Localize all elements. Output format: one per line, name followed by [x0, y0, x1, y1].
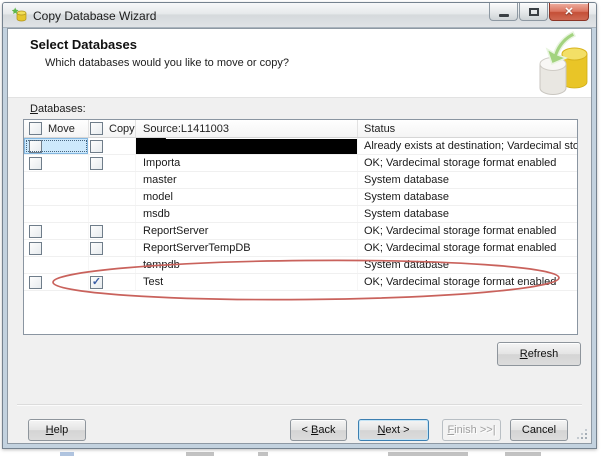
table-row[interactable]: ReportServer OK; Vardecimal storage form… — [24, 223, 577, 240]
refresh-button[interactable]: Refresh — [497, 342, 581, 366]
wizard-header: Select Databases Which databases would y… — [8, 29, 591, 98]
cancel-button[interactable]: Cancel — [510, 419, 568, 441]
copy-select-all-checkbox[interactable] — [90, 122, 103, 135]
database-name — [136, 138, 358, 154]
table-row[interactable]: msdb System database — [24, 206, 577, 223]
database-name: master — [136, 172, 358, 188]
minimize-icon — [499, 14, 509, 17]
column-label-source: Source:L1411003 — [143, 123, 229, 135]
move-select-all-checkbox[interactable] — [29, 122, 42, 135]
button-separator — [17, 404, 582, 406]
window-controls: ✕ — [489, 3, 589, 21]
copy-cell — [89, 172, 136, 188]
table-body: Already exists at destination; Vardecima… — [24, 138, 577, 291]
table-header: Move Copy Source:L1411003 Status — [24, 120, 577, 138]
database-status: System database — [358, 172, 577, 188]
table-row[interactable]: tempdb System database — [24, 257, 577, 274]
databases-label: Databases: — [30, 103, 86, 115]
window-title: Copy Database Wizard — [33, 9, 156, 23]
column-header-copy[interactable]: Copy — [89, 120, 136, 137]
copy-checkbox[interactable]: ✓ — [90, 276, 103, 289]
copy-cell — [89, 189, 136, 205]
table-row[interactable]: Already exists at destination; Vardecima… — [24, 138, 577, 155]
database-status: OK; Vardecimal storage format enabled — [358, 274, 577, 290]
copy-cell — [89, 240, 136, 256]
table-row[interactable]: ✓ Test OK; Vardecimal storage format ena… — [24, 274, 577, 291]
background-artifact — [505, 452, 541, 456]
page-subtitle: Which databases would you like to move o… — [45, 57, 289, 69]
maximize-icon — [529, 8, 539, 16]
redacted-name-bar — [136, 139, 358, 154]
database-name: ReportServerTempDB — [136, 240, 358, 256]
copy-cell — [89, 138, 136, 154]
move-cell — [24, 206, 89, 222]
wizard-icon — [12, 7, 28, 23]
move-cell — [24, 155, 89, 171]
move-cell — [24, 274, 89, 290]
database-name: Importa — [136, 155, 358, 171]
column-label-copy: Copy — [109, 123, 135, 135]
copy-checkbox[interactable] — [90, 140, 103, 153]
table-row[interactable]: Importa OK; Vardecimal storage format en… — [24, 155, 577, 172]
resize-grip[interactable] — [578, 430, 588, 440]
next-button[interactable]: Next > — [358, 419, 429, 441]
back-button[interactable]: < Back — [290, 419, 347, 441]
move-checkbox[interactable] — [29, 225, 42, 238]
copy-database-wizard-window: Copy Database Wizard ✕ Select Databases … — [2, 2, 597, 449]
copy-checkbox[interactable] — [90, 225, 103, 238]
move-checkbox[interactable] — [29, 242, 42, 255]
move-cell — [24, 189, 89, 205]
database-status: System database — [358, 257, 577, 273]
database-name: msdb — [136, 206, 358, 222]
database-name: ReportServer — [136, 223, 358, 239]
column-header-status[interactable]: Status — [358, 120, 577, 137]
finish-button[interactable]: Finish >>| — [442, 419, 501, 441]
background-artifact — [60, 452, 74, 456]
database-status: OK; Vardecimal storage format enabled — [358, 223, 577, 239]
close-icon: ✕ — [564, 5, 573, 18]
column-header-source[interactable]: Source:L1411003 — [136, 120, 358, 137]
copy-cell — [89, 223, 136, 239]
database-name: tempdb — [136, 257, 358, 273]
copy-cell — [89, 257, 136, 273]
minimize-button[interactable] — [489, 3, 518, 21]
page-title: Select Databases — [30, 37, 137, 52]
database-status: System database — [358, 189, 577, 205]
copy-cell — [89, 206, 136, 222]
database-status: System database — [358, 206, 577, 222]
table-row[interactable]: ReportServerTempDB OK; Vardecimal storag… — [24, 240, 577, 257]
move-checkbox[interactable] — [29, 140, 42, 153]
move-cell — [24, 223, 89, 239]
copy-checkbox[interactable] — [90, 157, 103, 170]
copy-checkbox[interactable] — [90, 242, 103, 255]
copy-cell — [89, 155, 136, 171]
copy-database-icon — [538, 30, 588, 96]
column-label-move: Move — [48, 123, 75, 135]
database-status: OK; Vardecimal storage format enabled — [358, 155, 577, 171]
background-artifact — [388, 452, 468, 456]
background-artifact — [258, 452, 268, 456]
close-button[interactable]: ✕ — [549, 3, 589, 21]
database-status: Already exists at destination; Vardecima… — [358, 138, 577, 154]
move-checkbox[interactable] — [29, 276, 42, 289]
background-artifact — [186, 452, 214, 456]
database-name: model — [136, 189, 358, 205]
dialog-body: Select Databases Which databases would y… — [7, 28, 592, 444]
table-row[interactable]: master System database — [24, 172, 577, 189]
help-button[interactable]: Help — [28, 419, 86, 441]
move-cell — [24, 172, 89, 188]
copy-cell: ✓ — [89, 274, 136, 290]
column-label-status: Status — [364, 123, 395, 135]
move-cell — [24, 240, 89, 256]
move-cell — [24, 138, 89, 154]
database-status: OK; Vardecimal storage format enabled — [358, 240, 577, 256]
titlebar[interactable]: Copy Database Wizard ✕ — [3, 3, 596, 28]
table-row[interactable]: model System database — [24, 189, 577, 206]
database-name: Test — [136, 274, 358, 290]
move-cell — [24, 257, 89, 273]
databases-table: Move Copy Source:L1411003 Status Already… — [23, 119, 578, 335]
maximize-button[interactable] — [519, 3, 548, 21]
column-header-move[interactable]: Move — [24, 120, 89, 137]
move-checkbox[interactable] — [29, 157, 42, 170]
